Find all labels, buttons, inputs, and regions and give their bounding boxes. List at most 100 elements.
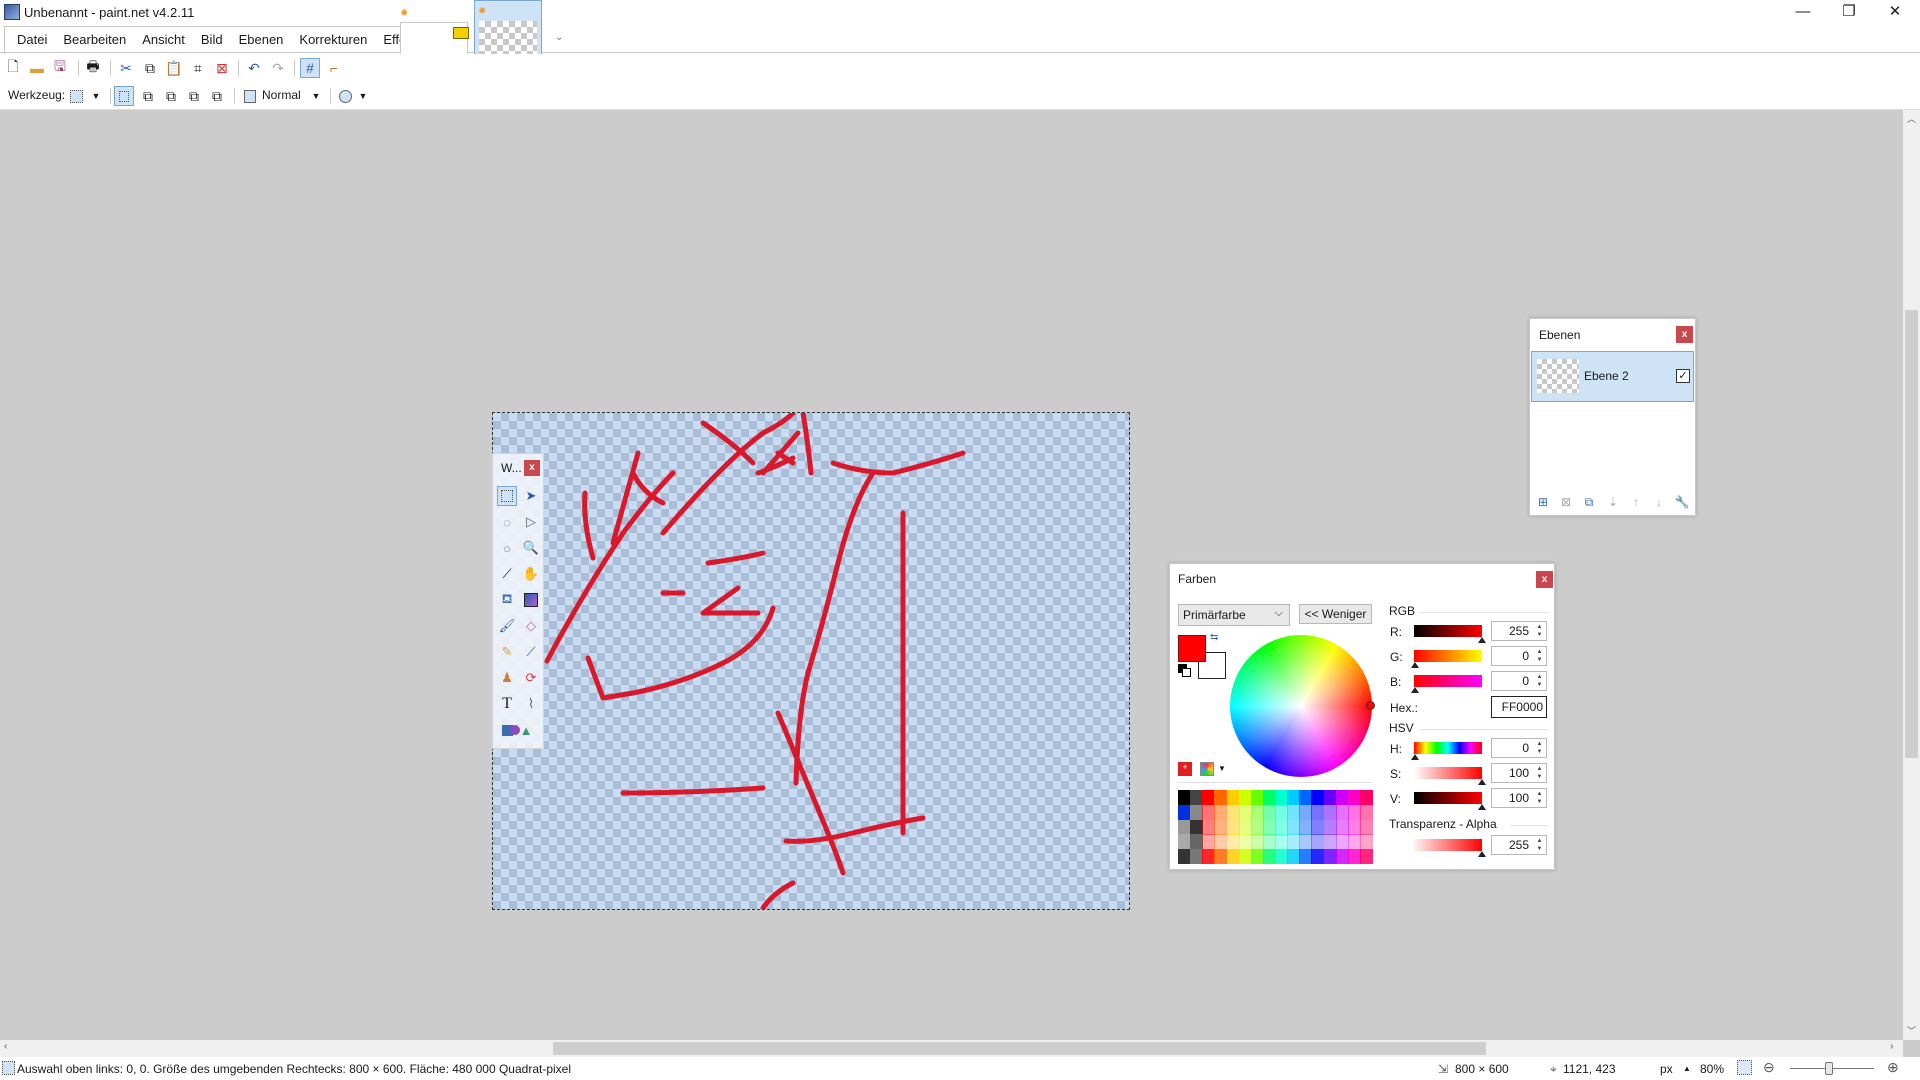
- blend-mode-icon[interactable]: [240, 86, 260, 106]
- paintbrush-tool-icon[interactable]: 🖌: [497, 616, 517, 636]
- palette-swatch[interactable]: [1335, 819, 1349, 835]
- rectangle-select-tool-icon[interactable]: [497, 486, 517, 506]
- paint-bucket-tool-icon[interactable]: ⛾: [497, 590, 517, 610]
- hue-input[interactable]: 0 ▲ ▼: [1491, 738, 1547, 758]
- palette-swatch[interactable]: [1202, 834, 1216, 850]
- palette-swatch[interactable]: [1275, 804, 1288, 820]
- palette-swatch[interactable]: [1190, 834, 1204, 850]
- selection-mode-exclude-icon[interactable]: ⧉: [161, 86, 181, 106]
- spinner-icon[interactable]: ▲ ▼: [1534, 837, 1545, 853]
- eraser-tool-icon[interactable]: ◇: [521, 616, 541, 636]
- ruler-icon[interactable]: ⌐: [324, 58, 344, 78]
- colors-panel-close-button[interactable]: x: [1536, 571, 1553, 588]
- palette-menu-icon[interactable]: [1200, 762, 1214, 776]
- palette-swatch[interactable]: [1359, 849, 1373, 865]
- palette-swatch[interactable]: [1214, 790, 1228, 805]
- palette-swatch[interactable]: [1299, 819, 1313, 835]
- pencil-tool-icon[interactable]: ✎: [497, 642, 517, 662]
- antialiasing-chevron-icon[interactable]: ▼: [353, 86, 373, 106]
- palette-swatch[interactable]: [1311, 804, 1325, 820]
- palette-swatch[interactable]: [1311, 819, 1325, 835]
- ellipse-select-tool-icon[interactable]: ○: [497, 538, 517, 558]
- recolor-tool-icon[interactable]: ⟳: [521, 668, 541, 688]
- palette-swatch[interactable]: [1323, 804, 1337, 820]
- color-picker-tool-icon[interactable]: ⟋: [521, 642, 541, 662]
- antialiasing-icon[interactable]: [335, 86, 355, 106]
- unit-select[interactable]: px: [1660, 1062, 1673, 1076]
- palette-swatch[interactable]: [1190, 849, 1204, 865]
- palette-swatch[interactable]: [1275, 834, 1288, 850]
- blend-mode-chevron-icon[interactable]: ▼: [306, 86, 326, 106]
- selection-mode-replace-icon[interactable]: [114, 86, 134, 106]
- paste-icon[interactable]: 📋: [164, 58, 184, 78]
- palette-swatch[interactable]: [1214, 834, 1228, 850]
- text-tool-icon[interactable]: T: [497, 694, 517, 714]
- move-layer-up-icon[interactable]: ↑: [1628, 494, 1644, 510]
- crop-to-selection-icon[interactable]: ⌗: [188, 58, 208, 78]
- hue-slider[interactable]: [1414, 742, 1482, 754]
- menu-bild[interactable]: Bild: [193, 27, 231, 54]
- palette-swatch[interactable]: [1262, 804, 1276, 820]
- palette-swatch[interactable]: [1347, 834, 1361, 850]
- selection-mode-intersect-icon[interactable]: ⧉: [184, 86, 204, 106]
- palette-swatch[interactable]: [1335, 834, 1349, 850]
- primary-color-swatch[interactable]: [1178, 635, 1206, 662]
- close-button[interactable]: ✕: [1872, 0, 1918, 26]
- palette-swatch[interactable]: [1347, 849, 1361, 865]
- palette-swatch[interactable]: [1323, 849, 1337, 865]
- palette-swatch[interactable]: [1323, 819, 1337, 835]
- move-selected-pixels-tool-icon[interactable]: ➤: [521, 486, 541, 506]
- zoom-level[interactable]: 80%: [1700, 1062, 1724, 1076]
- gradient-tool-icon[interactable]: [521, 590, 541, 610]
- alpha-slider-handle[interactable]: [1478, 851, 1486, 857]
- palette-swatch[interactable]: [1299, 849, 1313, 865]
- current-tool-rect-select-icon[interactable]: [66, 86, 86, 106]
- palette-swatch[interactable]: [1250, 834, 1264, 850]
- palette-swatch[interactable]: [1335, 849, 1349, 865]
- palette-swatch[interactable]: [1323, 834, 1337, 850]
- image-canvas[interactable]: [492, 412, 1130, 910]
- clone-stamp-tool-icon[interactable]: ♟: [497, 668, 517, 688]
- palette-swatch[interactable]: [1347, 804, 1361, 820]
- palette-swatch[interactable]: [1262, 834, 1276, 850]
- scroll-up-chevron-icon[interactable]: ︿: [1907, 112, 1916, 125]
- palette-swatch[interactable]: [1347, 790, 1361, 805]
- palette-swatch[interactable]: [1359, 790, 1373, 805]
- palette-swatch[interactable]: [1275, 819, 1288, 835]
- hue-slider-handle[interactable]: [1411, 754, 1419, 760]
- layer-visibility-checkbox[interactable]: ✓: [1676, 369, 1690, 383]
- palette-swatch[interactable]: [1238, 834, 1252, 850]
- lasso-select-tool-icon[interactable]: ◌: [497, 512, 517, 532]
- palette-swatch[interactable]: [1178, 790, 1191, 805]
- tool-dropdown-chevron-icon[interactable]: ▼: [86, 86, 106, 106]
- palette-swatch[interactable]: [1262, 819, 1276, 835]
- palette-swatch[interactable]: [1250, 849, 1264, 865]
- blue-slider[interactable]: [1414, 675, 1482, 687]
- value-slider-handle[interactable]: [1478, 804, 1486, 810]
- red-input[interactable]: 255 ▲ ▼: [1491, 621, 1547, 641]
- print-icon[interactable]: 🖶: [83, 58, 103, 78]
- palette-swatch[interactable]: [1311, 790, 1325, 805]
- palette-swatch[interactable]: [1335, 790, 1349, 805]
- palette-menu-chevron-icon[interactable]: ▼: [1218, 764, 1226, 773]
- palette-swatch[interactable]: [1178, 819, 1191, 835]
- alpha-input[interactable]: 255 ▲ ▼: [1491, 835, 1547, 855]
- palette-swatch[interactable]: [1226, 819, 1240, 835]
- palette-swatch[interactable]: [1238, 819, 1252, 835]
- palette-swatch[interactable]: [1299, 790, 1313, 805]
- color-palette[interactable]: [1178, 790, 1373, 865]
- palette-swatch[interactable]: [1226, 849, 1240, 865]
- palette-swatch[interactable]: [1262, 790, 1276, 805]
- redo-icon[interactable]: ↷: [268, 58, 288, 78]
- menu-korrekturen[interactable]: Korrekturen: [291, 27, 375, 54]
- palette-swatch[interactable]: [1250, 790, 1264, 805]
- layer-properties-wrench-icon[interactable]: 🔧: [1674, 494, 1690, 510]
- scroll-down-chevron-icon[interactable]: ﹀: [1907, 1024, 1916, 1037]
- value-input[interactable]: 100 ▲ ▼: [1491, 788, 1547, 808]
- minimize-button[interactable]: —: [1780, 0, 1826, 26]
- palette-swatch[interactable]: [1287, 804, 1301, 820]
- copy-icon[interactable]: ⧉: [140, 58, 160, 78]
- palette-swatch[interactable]: [1311, 849, 1325, 865]
- line-curve-tool-icon[interactable]: ⌇: [521, 694, 541, 714]
- move-selection-tool-icon[interactable]: ▷: [521, 512, 541, 532]
